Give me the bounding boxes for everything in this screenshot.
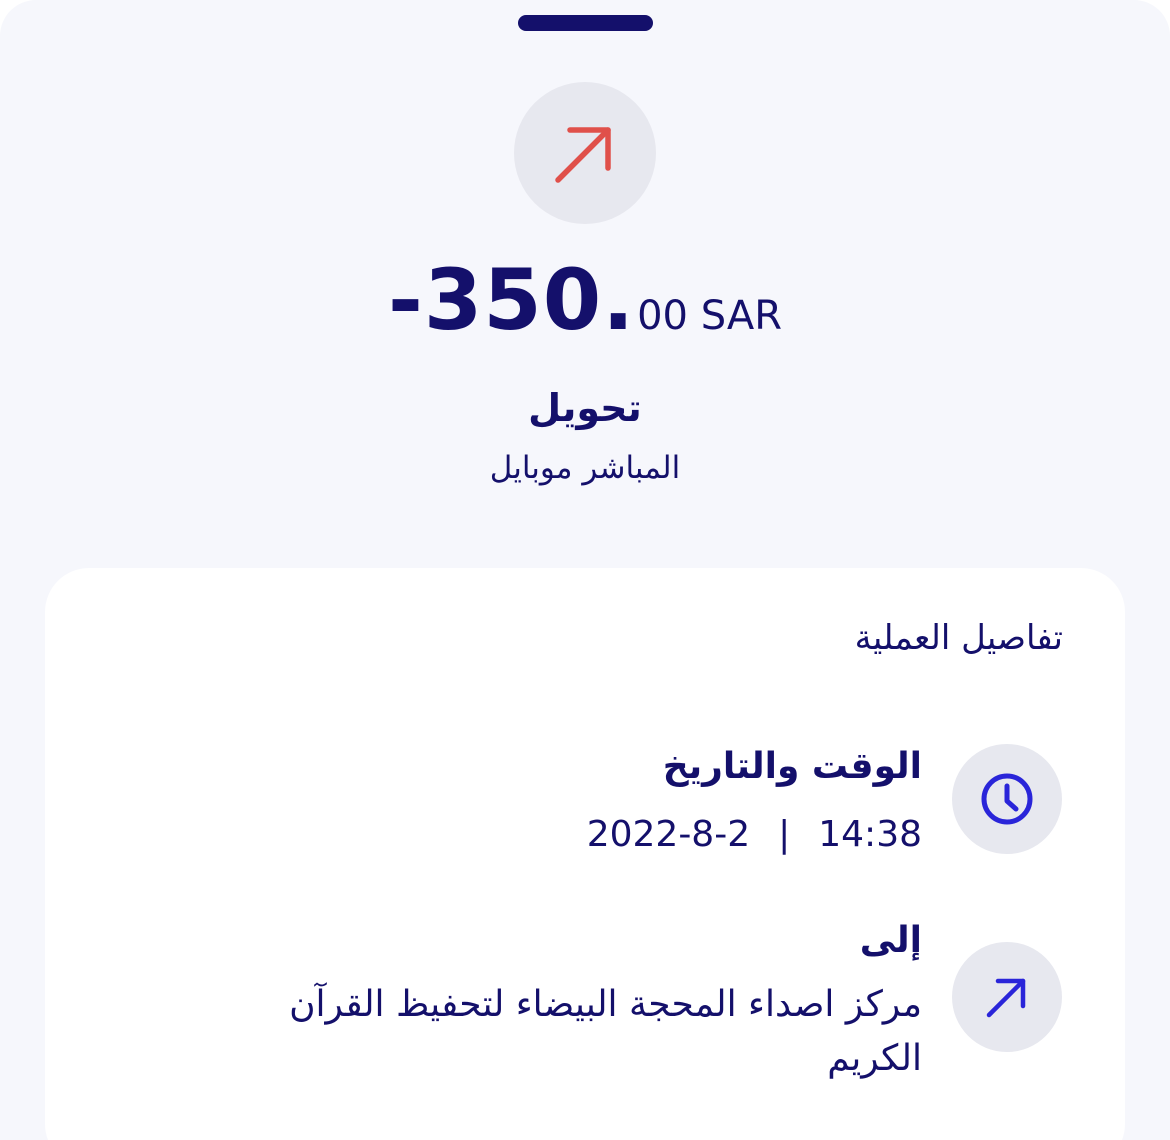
recipient-value: مركز اصداء المحجة البيضاء لتحفيظ القرآن … bbox=[289, 984, 922, 1079]
transaction-detail-sheet: -350.00 SAR تحويل المباشر موبايل تفاصيل … bbox=[0, 0, 1170, 1140]
transaction-details-card: تفاصيل العملية الوقت والتاريخ 2022-8-2 | 1… bbox=[45, 568, 1125, 1140]
amount-major: -350. bbox=[387, 251, 636, 349]
clock-icon bbox=[981, 773, 1033, 825]
datetime-value: 2022-8-2 | 14:38 bbox=[587, 814, 922, 855]
sheet-drag-handle[interactable] bbox=[518, 15, 653, 31]
recipient-icon-badge bbox=[952, 942, 1062, 1052]
date-value: 2022-8-2 bbox=[586, 814, 751, 855]
transaction-amount: -350.00 SAR bbox=[0, 258, 1170, 342]
datetime-icon-badge bbox=[952, 744, 1062, 854]
outgoing-transfer-badge bbox=[514, 82, 656, 224]
details-heading: تفاصيل العملية bbox=[854, 618, 1063, 658]
time-value: 14:38 bbox=[818, 814, 922, 855]
amount-minor-currency: 00 SAR bbox=[637, 293, 783, 339]
recipient-label: إلى bbox=[859, 920, 922, 961]
arrow-up-right-icon bbox=[986, 978, 1026, 1018]
transaction-type: تحويل bbox=[528, 386, 642, 430]
transaction-channel: المباشر موبايل bbox=[489, 450, 681, 486]
datetime-separator: | bbox=[778, 814, 791, 855]
arrow-up-right-icon bbox=[555, 127, 611, 183]
datetime-label: الوقت والتاريخ bbox=[662, 746, 922, 787]
